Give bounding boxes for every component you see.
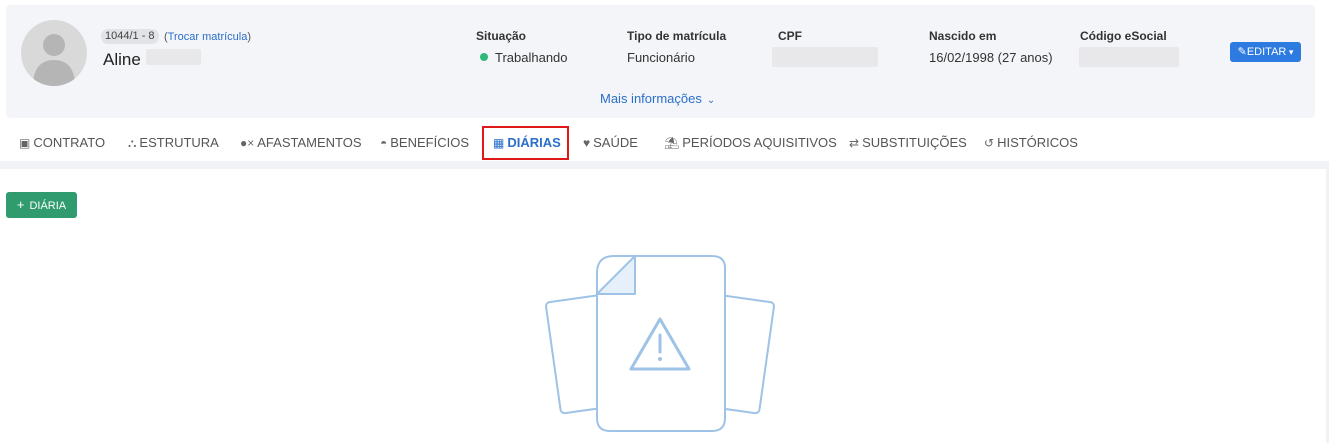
redacted-esocial — [1079, 47, 1179, 67]
tab-afastamentos[interactable]: ●× AFASTAMENTOS — [240, 125, 362, 161]
heartbeat-icon: ♥ — [583, 136, 591, 150]
plus-icon: + — [16, 197, 25, 212]
swap-arrows-icon: ⇄ — [849, 136, 860, 150]
tab-estrutura[interactable]: ⛬ ESTRUTURA — [128, 125, 219, 161]
tab-periodos-aquisitivos[interactable]: ⛱ PERÍODOS AQUISITIVOS — [664, 125, 837, 161]
history-icon: ↺ — [984, 136, 995, 150]
tab-saude[interactable]: ♥ SAÚDE — [583, 125, 638, 161]
more-info-toggle[interactable]: Mais informações ⌄ — [600, 91, 715, 106]
birth-value: 16/02/1998 (27 anos) — [929, 50, 1053, 65]
registration-badge: 1044/1 - 8 — [101, 29, 159, 44]
tab-substituicoes[interactable]: ⇄ SUBSTITUIÇÕES — [849, 125, 967, 161]
avatar — [21, 20, 87, 86]
tab-beneficios[interactable]: ◓ BENEFÍCIOS — [380, 125, 469, 161]
chevron-down-icon: ▾ — [1286, 47, 1294, 57]
sitemap-icon: ⛬ — [128, 136, 137, 150]
section-divider — [0, 161, 1329, 169]
enrollment-type-value: Funcionário — [627, 50, 695, 65]
edit-button[interactable]: ✎EDITAR ▾ — [1230, 42, 1301, 62]
employee-name: Aline — [103, 50, 141, 69]
chevron-down-icon: ⌄ — [706, 95, 716, 106]
pencil-icon: ✎ — [1237, 46, 1247, 58]
user-x-icon: ●× — [240, 136, 255, 150]
redacted-last-name — [146, 49, 201, 65]
tab-bar: ▣ CONTRATO ⛬ ESTRUTURA ●× AFASTAMENTOS ◓ BEN… — [0, 125, 1329, 161]
hand-user-icon: ◓ — [380, 136, 388, 150]
id-card-icon: ▣ — [19, 136, 31, 150]
active-tab-highlight — [482, 126, 569, 160]
cpf-label: CPF — [778, 29, 802, 43]
add-diaria-button[interactable]: + DIÁRIA — [6, 192, 77, 218]
employee-header-card: 1044/1 - 8 (Trocar matrícula) Aline Situ… — [6, 5, 1315, 118]
beach-umbrella-icon: ⛱ — [664, 136, 680, 150]
empty-documents-warning-icon — [545, 255, 775, 432]
swap-registration: (Trocar matrícula) — [164, 31, 252, 43]
empty-state-illustration — [540, 250, 780, 448]
tab-contrato[interactable]: ▣ CONTRATO — [19, 125, 105, 161]
user-silhouette-icon — [33, 34, 75, 86]
birth-label: Nascido em — [929, 29, 997, 43]
swap-registration-link[interactable]: Trocar matrícula — [168, 31, 248, 43]
tab-historicos[interactable]: ↺ HISTÓRICOS — [984, 125, 1078, 161]
esocial-label: Código eSocial — [1080, 29, 1167, 43]
status-dot-icon — [480, 53, 488, 61]
redacted-cpf — [772, 47, 878, 67]
enrollment-type-label: Tipo de matrícula — [627, 29, 727, 43]
situation-label: Situação — [476, 29, 527, 43]
situation-value: Trabalhando — [480, 50, 568, 65]
